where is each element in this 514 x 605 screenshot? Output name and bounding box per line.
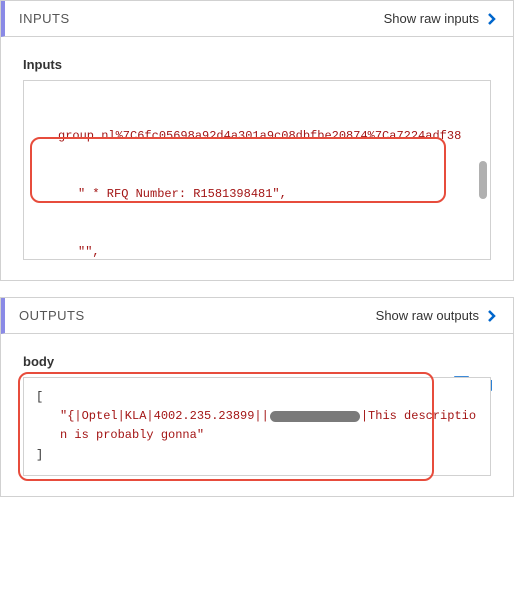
outputs-code-box[interactable]: [ "{|Optel|KLA|4002.235.23899|||This des…: [23, 377, 491, 476]
code-line: "",: [34, 243, 480, 261]
outputs-title: OUTPUTS: [19, 308, 85, 323]
outputs-field-label: body: [23, 354, 491, 369]
code-line: ]: [36, 446, 478, 465]
inputs-field-label: Inputs: [23, 57, 491, 72]
code-content: group.nl%7C6fc05698a92d4a301a9c08dbfbe20…: [34, 89, 480, 260]
show-raw-outputs-link[interactable]: Show raw outputs: [376, 308, 499, 323]
inputs-title: INPUTS: [19, 11, 70, 26]
chevron-right-icon: [485, 12, 499, 26]
outputs-body: body [ "{|Optel|KLA|4002.235.23899|||Thi…: [1, 334, 513, 496]
show-raw-inputs-link[interactable]: Show raw inputs: [384, 11, 499, 26]
show-raw-outputs-label: Show raw outputs: [376, 308, 479, 323]
outputs-panel: OUTPUTS Show raw outputs body [ "{|Optel…: [0, 297, 514, 497]
show-raw-inputs-label: Show raw inputs: [384, 11, 479, 26]
code-line: [: [36, 388, 478, 407]
inputs-body: Inputs group.nl%7C6fc05698a92d4a301a9c08…: [1, 37, 513, 280]
inputs-header: INPUTS Show raw inputs: [1, 1, 513, 37]
scrollbar-thumb[interactable]: [479, 161, 487, 199]
inputs-panel: INPUTS Show raw inputs Inputs group.nl%7…: [0, 0, 514, 281]
code-line: group.nl%7C6fc05698a92d4a301a9c08dbfbe20…: [34, 127, 480, 146]
redacted-block: [270, 411, 360, 422]
chevron-right-icon: [485, 309, 499, 323]
code-line: " * RFQ Number: R1581398481",: [34, 185, 480, 204]
outputs-header: OUTPUTS Show raw outputs: [1, 298, 513, 334]
inputs-code-box[interactable]: group.nl%7C6fc05698a92d4a301a9c08dbfbe20…: [23, 80, 491, 260]
code-line: "{|Optel|KLA|4002.235.23899|||This descr…: [36, 407, 478, 445]
